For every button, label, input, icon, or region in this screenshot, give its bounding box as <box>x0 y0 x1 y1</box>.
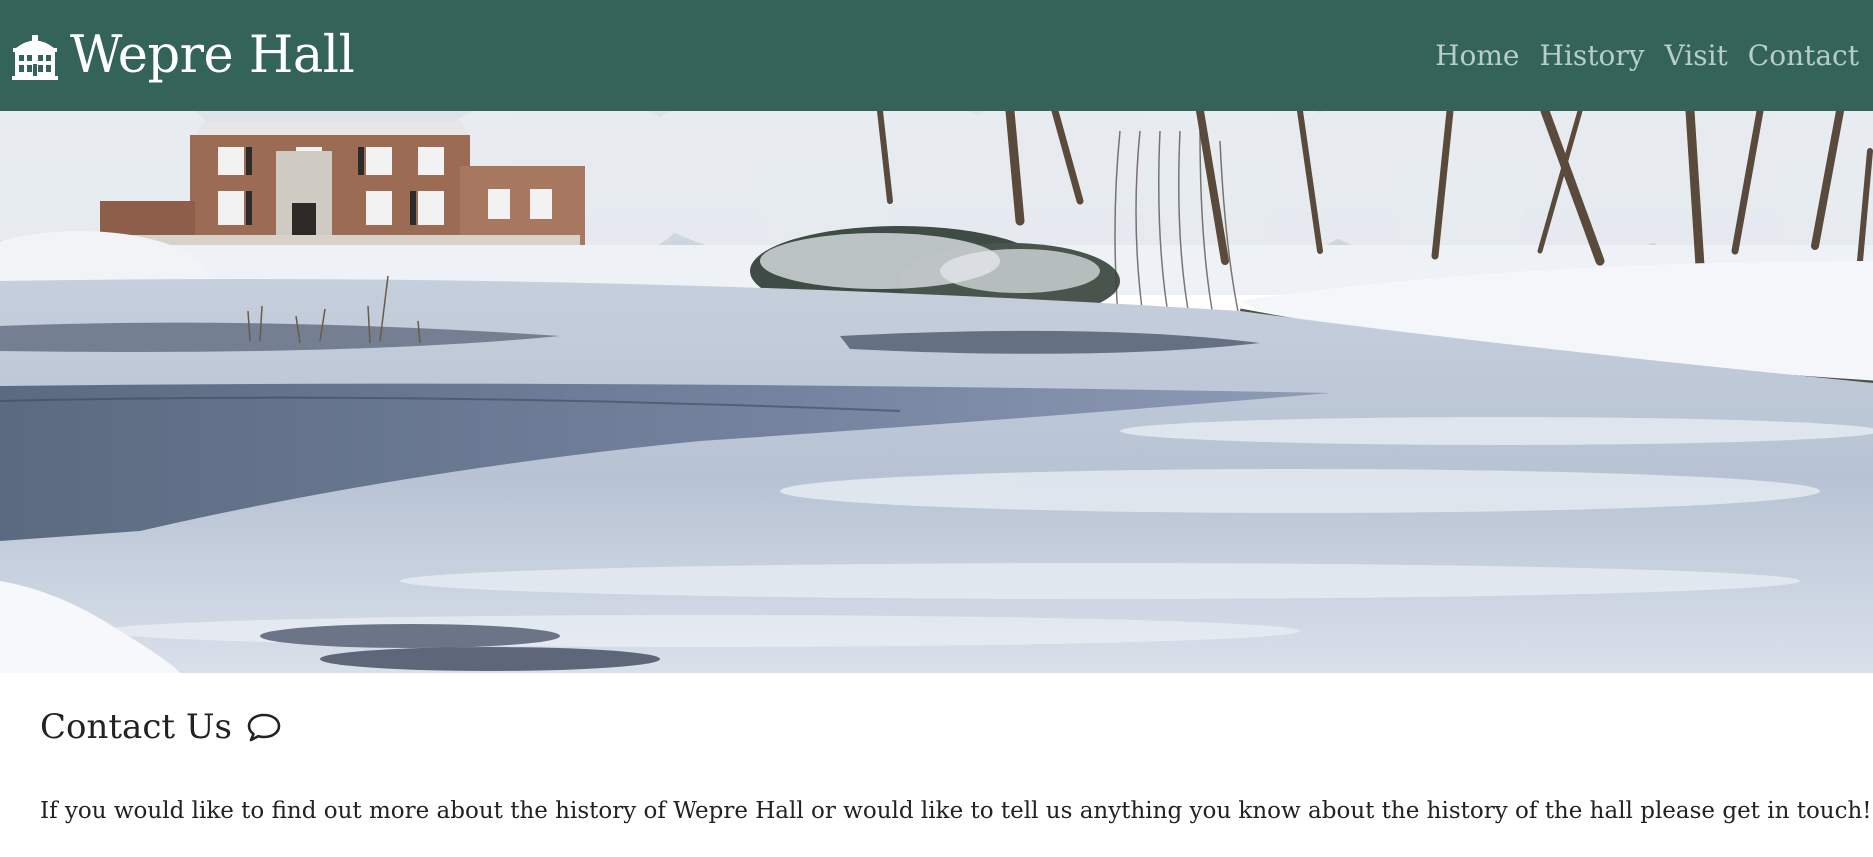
nav-home-link[interactable]: Home <box>1435 39 1519 72</box>
contact-heading: Contact Us <box>40 707 232 747</box>
contact-section: Contact Us If you would like to find out… <box>40 700 1872 824</box>
site-header: Wepre Hall Home History Visit Contact <box>0 0 1873 111</box>
contact-intro-text: If you would like to find out more about… <box>40 798 1872 824</box>
snowy-park-frozen-lake-icon <box>0 111 1873 673</box>
nav-contact-link[interactable]: Contact <box>1748 39 1859 72</box>
building-icon <box>12 34 58 80</box>
hero-image <box>0 111 1873 673</box>
nav-history-link[interactable]: History <box>1539 39 1644 72</box>
contact-heading-row: Contact Us <box>40 700 1840 754</box>
chat-bubble-icon <box>247 713 281 742</box>
site-title: Wepre Hall <box>70 26 355 85</box>
brand-link[interactable]: Wepre Hall <box>10 26 355 85</box>
main-nav: Home History Visit Contact <box>1435 39 1863 72</box>
nav-visit-link[interactable]: Visit <box>1665 39 1728 72</box>
